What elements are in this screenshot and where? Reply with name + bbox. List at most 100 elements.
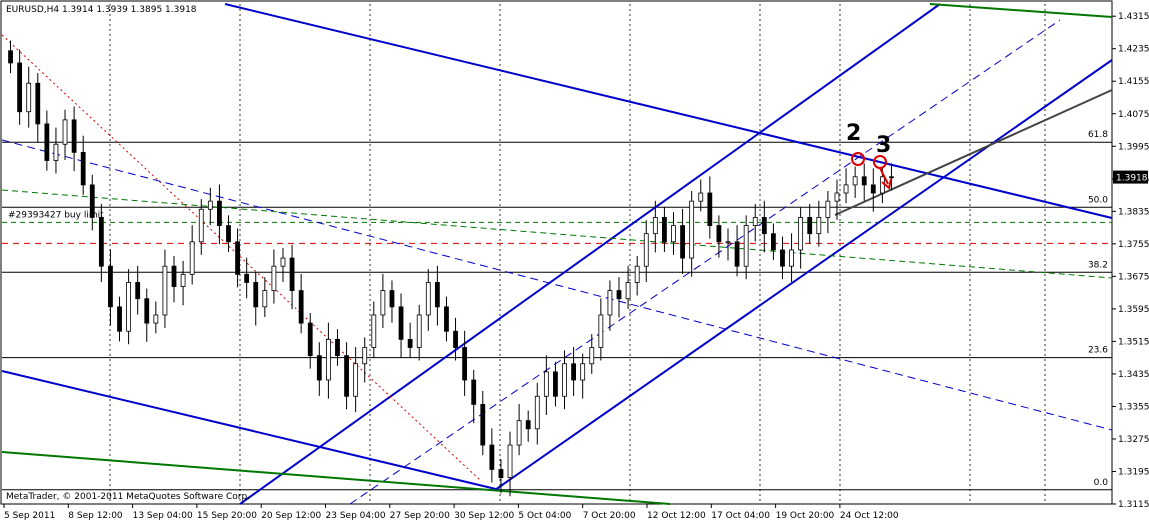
candle-body xyxy=(553,371,558,397)
candle-body xyxy=(852,176,858,186)
candle-body xyxy=(816,217,822,235)
x-tick-label: 23 Sep 04:00 xyxy=(326,511,386,521)
candle-body xyxy=(198,208,204,243)
candle-body xyxy=(507,444,513,478)
candle-body xyxy=(144,298,150,324)
y-tick-label: 1.3115 xyxy=(1118,500,1149,510)
x-tick-label: 17 Oct 04:00 xyxy=(711,511,770,521)
candle-body xyxy=(244,273,250,283)
y-tick-label: 1.4315 xyxy=(1118,12,1149,22)
chart-background xyxy=(0,0,1149,523)
candle-body xyxy=(680,225,685,259)
candle-body xyxy=(471,379,477,405)
candle-body xyxy=(126,282,132,332)
fib-level-label: 38.2 xyxy=(1088,260,1108,270)
candle-body xyxy=(761,217,767,235)
candle-body xyxy=(226,225,231,243)
fib-level-label: 0.0 xyxy=(1094,478,1109,488)
y-tick-label: 1.3835 xyxy=(1118,207,1149,217)
candle-body xyxy=(652,217,658,235)
wave-2-label: 2 xyxy=(846,121,861,146)
candle-body xyxy=(798,217,804,251)
candle-body xyxy=(589,347,595,365)
fib-level-label: 50.0 xyxy=(1088,195,1108,205)
candle-body xyxy=(325,338,331,381)
x-tick-label: 5 Sep 2011 xyxy=(4,511,55,521)
symbol-header: EURUSD,H4 1.3914 1.3939 1.3895 1.3918 xyxy=(6,5,197,15)
candle-body xyxy=(117,306,122,332)
x-tick-label: 5 Oct 04:00 xyxy=(518,511,571,521)
candle-body xyxy=(62,119,68,145)
current-price-label: 1.3918 xyxy=(1116,174,1148,184)
candle-body xyxy=(380,290,386,316)
candle-body xyxy=(734,241,740,267)
candle-body xyxy=(580,363,586,381)
candle-body xyxy=(698,192,704,202)
candle-body xyxy=(807,217,813,235)
candle-body xyxy=(634,265,640,283)
y-tick-label: 1.3595 xyxy=(1118,305,1149,315)
fib-level-label: 61.8 xyxy=(1088,130,1108,140)
y-tick-label: 1.3755 xyxy=(1118,240,1149,250)
candle-body xyxy=(98,217,104,267)
candle-body xyxy=(770,233,776,251)
candle-body xyxy=(44,123,50,161)
candle-body xyxy=(35,82,41,125)
candle-body xyxy=(689,200,695,259)
x-tick-label: 20 Sep 12:00 xyxy=(261,511,321,521)
candle-body xyxy=(280,257,286,267)
order-line-label: #29393427 buy limit xyxy=(8,210,104,220)
candle-body xyxy=(534,395,540,430)
candle-body xyxy=(135,282,141,300)
y-tick-label: 1.3275 xyxy=(1118,435,1149,445)
candle-body xyxy=(8,50,13,64)
candle-body xyxy=(489,444,495,470)
candle-body xyxy=(153,314,159,324)
candle-body xyxy=(344,355,349,397)
y-tick-label: 1.4075 xyxy=(1118,110,1149,120)
candle-body xyxy=(217,200,222,226)
candle-body xyxy=(743,225,749,267)
y-tick-label: 1.3675 xyxy=(1118,272,1149,282)
candle-body xyxy=(625,282,631,300)
candle-body xyxy=(434,282,440,308)
candle-body xyxy=(462,347,468,381)
candle-body xyxy=(171,265,177,287)
candle-body xyxy=(389,290,395,308)
candle-body xyxy=(307,322,313,357)
y-tick-label: 1.3195 xyxy=(1118,467,1149,477)
y-tick-label: 1.3515 xyxy=(1118,337,1149,347)
candle-body xyxy=(207,200,213,210)
candle-body xyxy=(53,143,59,161)
candle-body xyxy=(525,420,531,430)
candle-body xyxy=(498,469,504,478)
candle-body xyxy=(453,330,458,348)
x-tick-label: 7 Oct 20:00 xyxy=(583,511,636,521)
candle-body xyxy=(26,82,32,113)
candle-body xyxy=(262,290,268,308)
candle-body xyxy=(298,290,304,324)
copyright-label: MetaTrader, © 2001-2011 MetaQuotes Softw… xyxy=(6,492,250,502)
candle-body xyxy=(444,306,449,332)
x-tick-label: 30 Sep 12:00 xyxy=(454,511,514,521)
candle-body xyxy=(108,265,113,308)
candle-body xyxy=(870,184,876,194)
y-tick-label: 1.4155 xyxy=(1118,77,1149,87)
candle-body xyxy=(780,249,785,267)
candle-body xyxy=(189,241,195,275)
candle-body xyxy=(643,233,649,267)
candle-body xyxy=(716,225,722,243)
price-chart: 61.8 50.0 38.2 23.6 0.0 #29393427 buy limit 2… xyxy=(0,0,1149,523)
wave-3-label: 3 xyxy=(876,133,891,158)
x-tick-label: 27 Sep 20:00 xyxy=(390,511,450,521)
x-tick-label: 19 Oct 20:00 xyxy=(776,511,835,521)
candle-body xyxy=(480,404,486,446)
x-tick-label: 15 Sep 20:00 xyxy=(197,511,257,521)
candle-body xyxy=(571,363,577,381)
candle-body xyxy=(362,347,368,365)
y-tick-label: 1.4235 xyxy=(1118,45,1149,55)
candle-body xyxy=(180,273,186,287)
candle-body xyxy=(834,192,840,202)
candle-body xyxy=(353,363,359,397)
x-tick-label: 8 Sep 12:00 xyxy=(68,511,123,521)
